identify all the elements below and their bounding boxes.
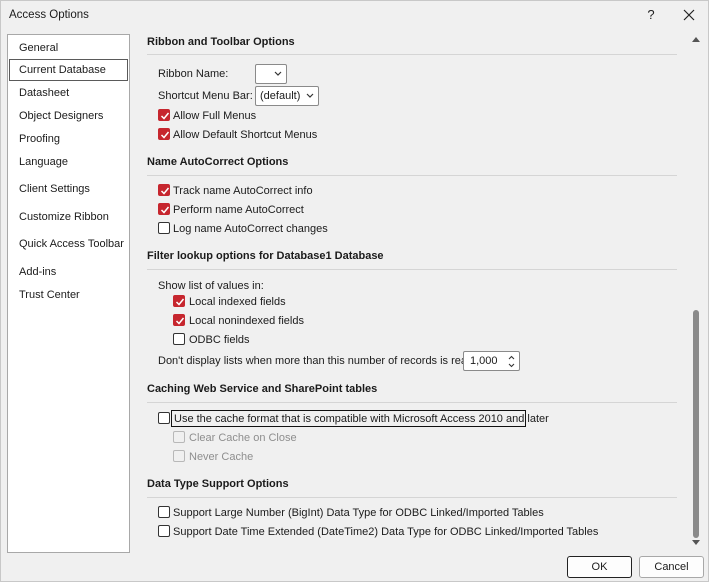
sidebar-item-quick-access-toolbar[interactable]: Quick Access Toolbar — [9, 233, 128, 255]
checkmark-icon — [175, 317, 185, 325]
shortcut-menu-label: Shortcut Menu Bar: — [158, 90, 253, 102]
local-indexed-label: Local indexed fields — [189, 296, 286, 308]
checkmark-icon — [175, 298, 185, 306]
section-divider — [147, 402, 677, 403]
allow-default-shortcut-checkbox[interactable] — [158, 128, 170, 140]
scroll-down-icon[interactable] — [692, 540, 700, 546]
section-divider — [147, 497, 677, 498]
show-list-label: Show list of values in: — [158, 280, 264, 292]
section-divider — [147, 54, 677, 55]
local-nonindexed-label: Local nonindexed fields — [189, 315, 304, 327]
clear-cache-label: Clear Cache on Close — [189, 432, 297, 444]
shortcut-menu-value: (default) — [260, 90, 301, 102]
close-button[interactable] — [679, 5, 699, 25]
bigint-label: Support Large Number (BigInt) Data Type … — [173, 507, 544, 519]
section-heading-caching: Caching Web Service and SharePoint table… — [147, 383, 378, 395]
content-scrollbar[interactable] — [690, 34, 702, 552]
track-autocorrect-checkbox[interactable] — [158, 184, 170, 196]
access-options-dialog: Access Options ? General Current Databas… — [0, 0, 709, 582]
sidebar-item-proofing[interactable]: Proofing — [9, 128, 128, 150]
section-heading-autocorrect: Name AutoCorrect Options — [147, 156, 289, 168]
sidebar-item-general[interactable]: General — [9, 37, 128, 59]
sidebar-item-customize-ribbon[interactable]: Customize Ribbon — [9, 206, 128, 228]
max-records-value: 1,000 — [470, 355, 498, 367]
log-autocorrect-checkbox[interactable] — [158, 222, 170, 234]
bigint-checkbox[interactable] — [158, 506, 170, 518]
section-heading-datatype: Data Type Support Options — [147, 478, 289, 490]
cache-format-checkbox[interactable] — [158, 412, 170, 424]
sidebar-item-datasheet[interactable]: Datasheet — [9, 82, 128, 104]
section-heading-ribbon: Ribbon and Toolbar Options — [147, 36, 295, 48]
chevron-down-icon — [306, 93, 314, 98]
section-divider — [147, 175, 677, 176]
track-autocorrect-label: Track name AutoCorrect info — [173, 185, 313, 197]
sidebar-item-client-settings[interactable]: Client Settings — [9, 178, 128, 200]
options-sidebar: General Current Database Datasheet Objec… — [7, 34, 130, 553]
chevron-down-icon[interactable] — [508, 363, 515, 368]
never-cache-checkbox — [173, 450, 185, 462]
title-bar: Access Options ? — [1, 1, 708, 29]
close-icon — [683, 9, 695, 21]
perform-autocorrect-checkbox[interactable] — [158, 203, 170, 215]
sidebar-item-add-ins[interactable]: Add-ins — [9, 261, 128, 283]
local-nonindexed-checkbox[interactable] — [173, 314, 185, 326]
chevron-down-icon — [274, 71, 282, 76]
ribbon-name-select[interactable] — [255, 64, 287, 84]
sidebar-item-object-designers[interactable]: Object Designers — [9, 105, 128, 127]
sidebar-item-trust-center[interactable]: Trust Center — [9, 284, 128, 306]
scroll-up-icon[interactable] — [692, 36, 700, 42]
cache-format-label: Use the cache format that is compatible … — [174, 413, 549, 425]
allow-full-menus-checkbox[interactable] — [158, 109, 170, 121]
odbc-fields-label: ODBC fields — [189, 334, 250, 346]
sidebar-item-current-database[interactable]: Current Database — [9, 59, 128, 81]
local-indexed-checkbox[interactable] — [173, 295, 185, 307]
sidebar-item-language[interactable]: Language — [9, 151, 128, 173]
allow-default-shortcut-label: Allow Default Shortcut Menus — [173, 129, 318, 141]
log-autocorrect-label: Log name AutoCorrect changes — [173, 223, 328, 235]
odbc-fields-checkbox[interactable] — [173, 333, 185, 345]
datetime2-label: Support Date Time Extended (DateTime2) D… — [173, 526, 599, 538]
section-divider — [147, 269, 677, 270]
chevron-up-icon[interactable] — [508, 355, 515, 360]
shortcut-menu-select[interactable]: (default) — [255, 86, 319, 106]
ribbon-name-label: Ribbon Name: — [158, 68, 229, 80]
max-records-spinner[interactable]: 1,000 — [463, 351, 520, 371]
cancel-button[interactable]: Cancel — [639, 556, 704, 578]
help-button[interactable]: ? — [641, 5, 661, 25]
ok-button[interactable]: OK — [567, 556, 632, 578]
checkmark-icon — [160, 187, 170, 195]
datetime2-checkbox[interactable] — [158, 525, 170, 537]
checkmark-icon — [160, 131, 170, 139]
checkmark-icon — [160, 206, 170, 214]
perform-autocorrect-label: Perform name AutoCorrect — [173, 204, 304, 216]
clear-cache-checkbox — [173, 431, 185, 443]
max-records-label: Don't display lists when more than this … — [158, 355, 477, 367]
checkmark-icon — [160, 112, 170, 120]
allow-full-menus-label: Allow Full Menus — [173, 110, 257, 122]
window-title: Access Options — [9, 9, 89, 21]
section-heading-filter: Filter lookup options for Database1 Data… — [147, 250, 384, 262]
scroll-thumb[interactable] — [693, 310, 699, 538]
never-cache-label: Never Cache — [189, 451, 254, 463]
options-content: Ribbon and Toolbar Options Ribbon Name: … — [139, 29, 688, 553]
